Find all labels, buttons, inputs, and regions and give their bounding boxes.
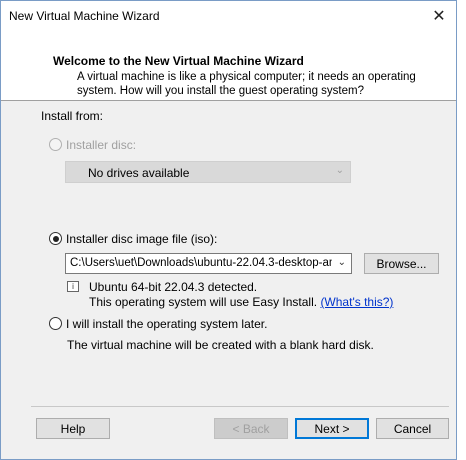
- header-subtitle: A virtual machine is like a physical com…: [77, 71, 416, 97]
- install-later-label: I will install the operating system late…: [66, 317, 268, 331]
- installer-disc-radio[interactable]: [49, 138, 62, 151]
- wizard-header: Welcome to the New Virtual Machine Wizar…: [1, 31, 456, 101]
- browse-button[interactable]: Browse...: [364, 253, 439, 274]
- disc-drive-value: No drives available: [88, 166, 190, 180]
- chevron-down-icon: ⌄: [335, 165, 344, 176]
- footer-separator: [31, 406, 449, 407]
- back-button[interactable]: < Back: [214, 418, 288, 439]
- iso-path-combobox[interactable]: C:\Users\uet\Downloads\ubuntu-22.04.3-de…: [65, 253, 352, 274]
- disc-drive-select[interactable]: No drives available ⌄: [65, 161, 351, 183]
- iso-path-value[interactable]: C:\Users\uet\Downloads\ubuntu-22.04.3-de…: [70, 257, 332, 269]
- close-icon: ✕: [432, 8, 446, 25]
- blank-disk-note: The virtual machine will be created with…: [67, 338, 374, 352]
- install-later-radio[interactable]: [49, 317, 62, 330]
- title-bar: New Virtual Machine Wizard ✕: [1, 1, 456, 31]
- iso-label: Installer disc image file (iso):: [66, 232, 218, 246]
- easy-install-text: This operating system will use Easy Inst…: [89, 295, 393, 309]
- whats-this-link[interactable]: (What's this?): [320, 295, 393, 309]
- install-from-label: Install from:: [41, 109, 104, 123]
- iso-radio[interactable]: [49, 232, 62, 245]
- info-icon: i: [67, 281, 79, 292]
- easy-install-message: This operating system will use Easy Inst…: [89, 295, 318, 309]
- wizard-window: New Virtual Machine Wizard ✕ Welcome to …: [0, 0, 457, 460]
- cancel-button[interactable]: Cancel: [376, 418, 449, 439]
- chevron-down-icon[interactable]: ⌄: [338, 257, 346, 268]
- close-button[interactable]: ✕: [422, 1, 456, 31]
- detected-text: Ubuntu 64-bit 22.04.3 detected.: [89, 280, 258, 294]
- header-title: Welcome to the New Virtual Machine Wizar…: [53, 54, 304, 68]
- next-button[interactable]: Next >: [295, 418, 369, 439]
- window-title: New Virtual Machine Wizard: [9, 9, 160, 23]
- installer-disc-label: Installer disc:: [66, 138, 137, 152]
- help-button[interactable]: Help: [36, 418, 110, 439]
